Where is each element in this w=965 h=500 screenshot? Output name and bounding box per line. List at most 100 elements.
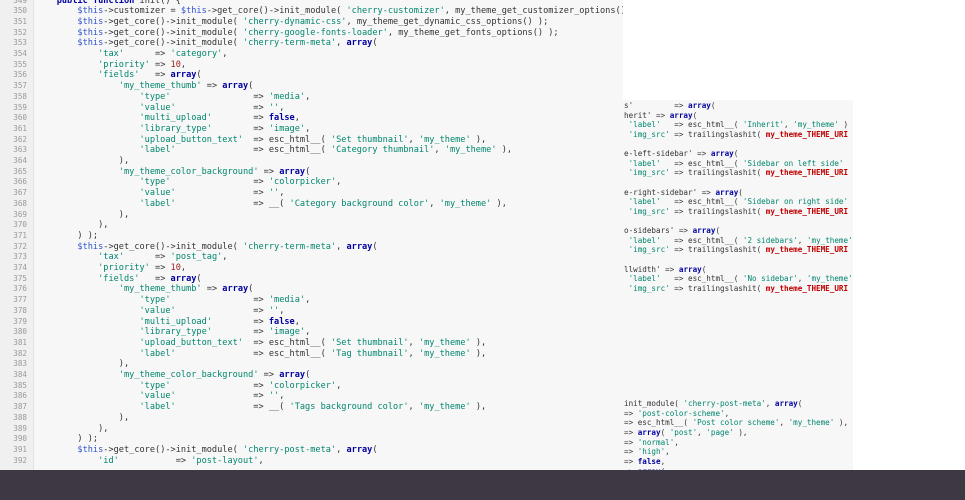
secondary-code-line: 'label' => esc_html__( 'Inherit', 'my_th…	[628, 120, 849, 130]
line-number: 371	[13, 230, 27, 240]
code-text: 'value' => '',	[139, 188, 285, 199]
line-number: 374	[13, 263, 27, 272]
secondary-code-line: llwidth' => array(	[624, 264, 707, 274]
secondary-code-line: 'label' => esc_html__( '2 sidebars', 'my…	[628, 235, 853, 245]
bottom-status-bar	[0, 470, 965, 500]
secondary-code-line: 'img_src' => trailingslashit( my_theme_T…	[628, 168, 853, 178]
code-text: 'my_theme_color_background' => array(	[118, 370, 311, 380]
line-number: 378	[13, 305, 27, 315]
secondary-code-pane[interactable]: s' => array(herit' => array( 'label' => …	[623, 100, 853, 470]
secondary-code-line: => array( 'post', 'page' ),	[624, 428, 748, 438]
line-number: 372	[13, 241, 27, 251]
line-number: 387	[13, 402, 27, 412]
line-number: 359	[13, 102, 27, 112]
line-number: 389	[13, 423, 27, 433]
secondary-code-line: => 'high',	[624, 447, 670, 457]
line-number: 379	[13, 316, 27, 326]
code-text: $this->get_core()->init_module( 'cherry-…	[77, 27, 559, 38]
code-text: 'multi_upload' => false,	[139, 113, 300, 124]
line-number: 356	[13, 70, 27, 80]
line-number: 357	[13, 81, 27, 91]
line-number: 363	[13, 145, 27, 155]
line-number: 373	[13, 252, 27, 262]
line-number: 384	[13, 370, 27, 379]
code-text: ),	[36, 220, 109, 231]
line-number: 377	[13, 295, 27, 305]
code-text: 'fields' => array(	[98, 70, 202, 81]
secondary-code-line: s' => array(	[624, 101, 716, 110]
secondary-code-line: 'img_src' => trailingslashit( my_theme_T…	[628, 245, 853, 255]
line-number: 368	[13, 198, 27, 208]
secondary-code-line: e-right-sidebar' => array(	[624, 187, 743, 197]
code-text: 'my_theme_thumb' => array(	[118, 284, 254, 295]
line-number: 353	[13, 38, 27, 48]
line-number: 385	[13, 380, 27, 390]
line-number: 375	[13, 273, 27, 283]
code-text: 'type' => 'colorpicker',	[139, 380, 342, 391]
secondary-code-line: init_module( 'cherry-post-meta', array(	[624, 399, 803, 409]
line-number: 388	[13, 412, 27, 422]
line-number: 370	[13, 220, 27, 230]
code-text: 'tax' => 'category',	[98, 49, 228, 59]
code-editor-pane[interactable]: 349 public function init() {350 $this->c…	[0, 0, 623, 470]
line-number: 390	[13, 434, 27, 444]
secondary-code-line: 'label' => esc_html__( 'No sidebar', 'my…	[628, 274, 853, 284]
line-number: 369	[13, 209, 27, 219]
code-text: 'value' => '',	[139, 391, 285, 402]
code-text: 'label' => esc_html__( 'Category thumbna…	[139, 145, 513, 156]
code-text: ) );	[36, 434, 99, 445]
line-number: 392	[13, 455, 27, 465]
code-text: 'upload_button_text' => esc_html__( 'Set…	[139, 337, 487, 348]
secondary-code-line: => 'normal',	[624, 437, 679, 447]
secondary-code-line: 'label' => esc_html__( 'Sidebar on left …	[628, 158, 844, 168]
code-text: ),	[36, 359, 130, 370]
code-text: ),	[36, 412, 130, 423]
code-text: $this->get_core()->init_module( 'cherry-…	[77, 241, 378, 252]
code-text: 'priority' => 10,	[98, 59, 187, 70]
secondary-code-line: 'label' => esc_html__( 'Sidebar on right…	[628, 197, 849, 207]
line-number: 360	[13, 113, 27, 123]
secondary-code-line: => esc_html__( 'Post color scheme', 'my_…	[624, 418, 849, 428]
line-number: 376	[13, 284, 27, 294]
line-number: 382	[13, 348, 27, 358]
code-text: 'fields' => array(	[98, 273, 202, 284]
line-number: 355	[13, 59, 27, 69]
code-text: 'label' => __( 'Category background colo…	[139, 198, 507, 209]
code-text: 'type' => 'media',	[139, 91, 311, 102]
line-number: 354	[13, 49, 27, 58]
line-number: 383	[13, 359, 27, 369]
line-number: 381	[13, 337, 27, 347]
line-number: 391	[13, 444, 27, 454]
code-text: 'my_theme_color_background' => array(	[118, 166, 311, 177]
secondary-code-line: => false,	[624, 456, 666, 466]
line-number: 367	[13, 188, 27, 198]
secondary-code-line: herit' => array(	[624, 110, 698, 120]
code-text: ),	[36, 423, 109, 434]
secondary-code-line: e-left-sidebar' => array(	[624, 149, 739, 159]
code-text: 'priority' => 10,	[98, 263, 187, 273]
code-text: 'type' => 'colorpicker',	[139, 177, 342, 188]
line-number: 364	[13, 156, 27, 165]
secondary-code-line: => 'post-color-scheme',	[624, 408, 730, 418]
line-number: 358	[13, 91, 27, 101]
line-number: 352	[13, 27, 27, 37]
code-text: 'library_type' => 'image',	[139, 327, 311, 338]
line-number: 386	[13, 391, 27, 401]
code-text: 'label' => __( 'Tags background color', …	[139, 402, 487, 413]
secondary-code-line: 'img_src' => trailingslashit( my_theme_T…	[628, 283, 853, 293]
code-text: 'tax' => 'post_tag',	[98, 252, 228, 263]
code-text: 'type' => 'media',	[139, 295, 311, 306]
code-text: $this->customizer = $this->get_core()->i…	[77, 6, 623, 17]
secondary-code-line: 'img_src' => trailingslashit( my_theme_T…	[628, 206, 853, 216]
line-number: 361	[13, 123, 27, 133]
code-text: ) );	[36, 230, 99, 241]
code-text: 'multi_upload' => false,	[139, 316, 300, 327]
code-text: $this->get_core()->init_module( 'cherry-…	[77, 16, 549, 27]
secondary-code-line: 'img_src' => trailingslashit( my_theme_T…	[628, 129, 853, 139]
line-number: 366	[13, 177, 27, 187]
code-text: 'my_theme_thumb' => array(	[118, 81, 254, 92]
code-text: ),	[36, 209, 130, 220]
line-number: 351	[13, 16, 27, 26]
code-text: 'id' => 'post-layout',	[98, 455, 264, 466]
code-text: ),	[36, 156, 130, 166]
